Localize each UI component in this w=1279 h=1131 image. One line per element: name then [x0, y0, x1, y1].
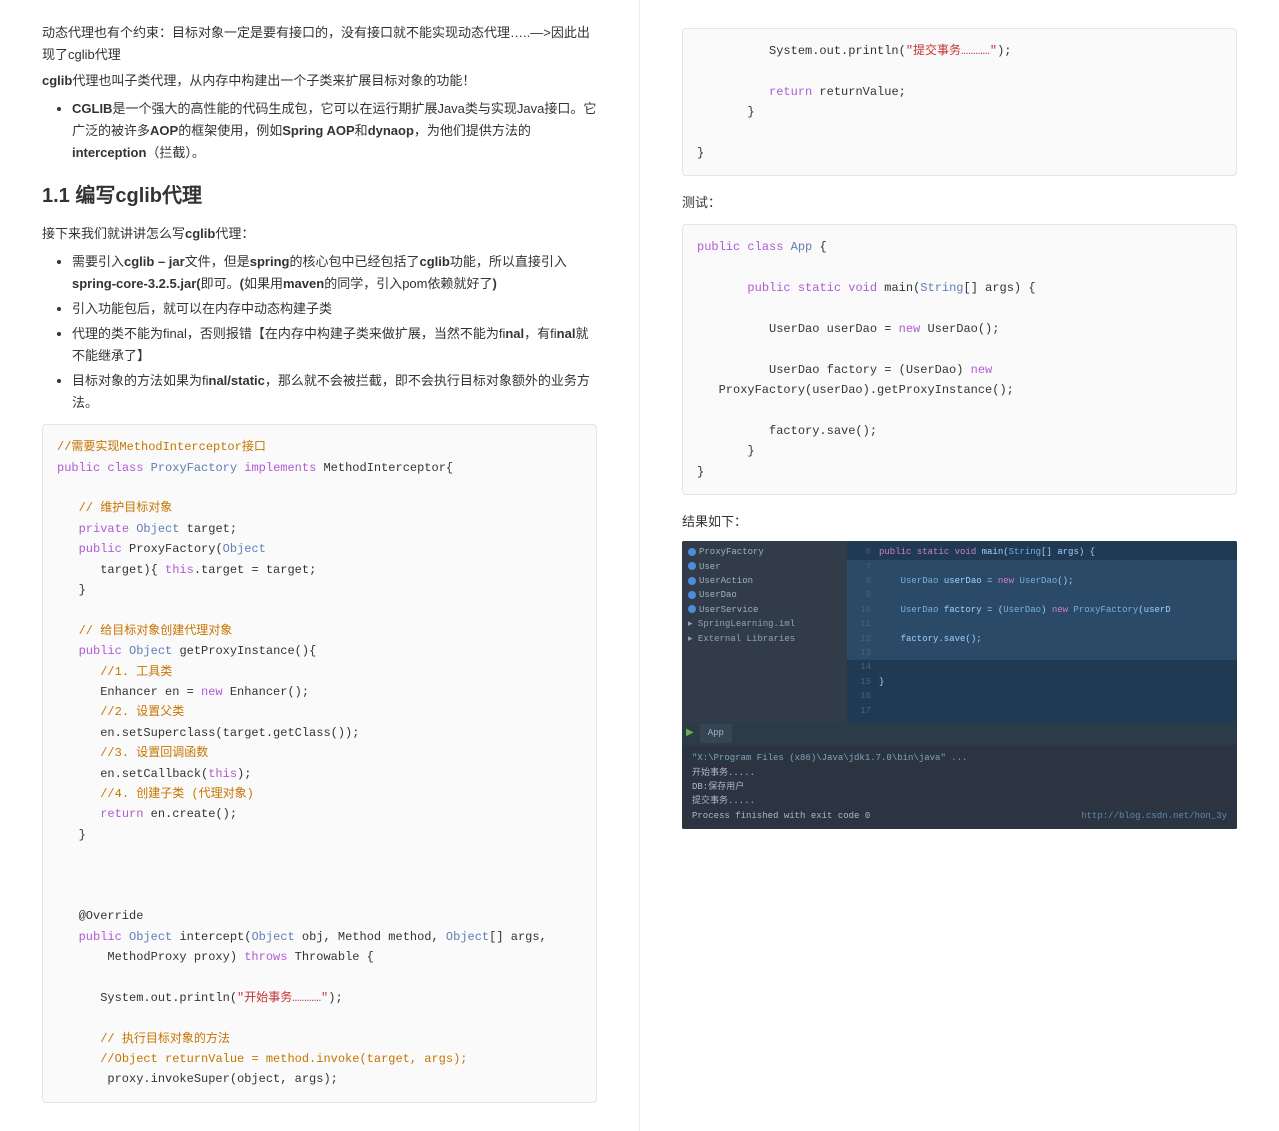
tree-item: ProxyFactory	[688, 545, 841, 559]
editor-line: 6public static void main(String[] args) …	[847, 545, 1237, 559]
section-heading: 1.1 编写cglib代理	[42, 179, 597, 213]
editor-line: 7	[847, 560, 1237, 574]
paragraph: 接下来我们就讲讲怎么写cglib代理：	[42, 223, 597, 245]
left-column: 动态代理也有个约束：目标对象一定是要有接口的，没有接口就不能实现动态代理…..—…	[0, 0, 640, 1131]
ide-screenshot: ProxyFactoryUserUserActionUserDaoUserSer…	[682, 541, 1237, 829]
code-block-app: public class App { public static void ma…	[682, 224, 1237, 495]
intro-paragraph-1: 动态代理也有个约束：目标对象一定是要有接口的，没有接口就不能实现动态代理…..—…	[42, 22, 597, 66]
editor-line: 9	[847, 588, 1237, 602]
list-item: 目标对象的方法如果为final/static，那么就不会被拦截，即不会执行目标对…	[72, 370, 597, 414]
tree-item: ▸ SpringLearning.iml	[688, 617, 841, 631]
console-line: Process finished with exit code 0http://…	[692, 809, 1227, 823]
editor-line: 11	[847, 617, 1237, 631]
editor-line: 16	[847, 689, 1237, 703]
right-column: System.out.println("提交事务…………"); return r…	[640, 0, 1279, 1131]
ide-run-tab: App	[700, 724, 732, 743]
console-line: DB:保存用户	[692, 780, 1227, 794]
tree-item: UserAction	[688, 574, 841, 588]
console-line: 提交事务.....	[692, 794, 1227, 808]
editor-line: 8 UserDao userDao = new UserDao();	[847, 574, 1237, 588]
instruction-list: 需要引入cglib – jar文件，但是spring的核心包中已经包括了cgli…	[42, 251, 597, 415]
ide-project-tree: ProxyFactoryUserUserActionUserDaoUserSer…	[682, 541, 847, 722]
intro-paragraph-2: cglib代理也叫子类代理，从内存中构建出一个子类来扩展目标对象的功能！	[42, 70, 597, 92]
editor-line: 14	[847, 660, 1237, 674]
feature-list-1: CGLIB是一个强大的高性能的代码生成包，它可以在运行期扩展Java类与实现Ja…	[42, 98, 597, 164]
console-line: 开始事务.....	[692, 766, 1227, 780]
tree-item: UserService	[688, 603, 841, 617]
code-block-continuation: System.out.println("提交事务…………"); return r…	[682, 28, 1237, 176]
ide-top: ProxyFactoryUserUserActionUserDaoUserSer…	[682, 541, 1237, 722]
ide-console: "X:\Program Files (x86)\Java\jdk1.7.0\bi…	[682, 745, 1237, 829]
run-icon: ▶	[686, 728, 694, 739]
result-label: 结果如下：	[682, 511, 1237, 533]
editor-line: 10 UserDao factory = (UserDao) new Proxy…	[847, 603, 1237, 617]
list-item: CGLIB是一个强大的高性能的代码生成包，它可以在运行期扩展Java类与实现Ja…	[72, 98, 597, 164]
editor-line: 12 factory.save();	[847, 632, 1237, 646]
list-item: 代理的类不能为final，否则报错【在内存中构建子类来做扩展，当然不能为fina…	[72, 323, 597, 367]
editor-line: 17	[847, 704, 1237, 718]
ide-editor: 6public static void main(String[] args) …	[847, 541, 1237, 722]
console-line: "X:\Program Files (x86)\Java\jdk1.7.0\bi…	[692, 751, 1227, 765]
code-block-proxyfactory: //需要实现MethodInterceptor接口 public class P…	[42, 424, 597, 1103]
tree-item: User	[688, 560, 841, 574]
editor-line: 15}	[847, 675, 1237, 689]
list-item: 引入功能包后，就可以在内存中动态构建子类	[72, 298, 597, 320]
page-container: 动态代理也有个约束：目标对象一定是要有接口的，没有接口就不能实现动态代理…..—…	[0, 0, 1279, 1131]
list-item: 需要引入cglib – jar文件，但是spring的核心包中已经包括了cgli…	[72, 251, 597, 295]
tree-item: ▸ External Libraries	[688, 632, 841, 646]
editor-line: 13	[847, 646, 1237, 660]
tree-item: UserDao	[688, 588, 841, 602]
ide-bottom-panel: ▶ App "X:\Program Files (x86)\Java\jdk1.…	[682, 722, 1237, 829]
test-label: 测试：	[682, 192, 1237, 214]
